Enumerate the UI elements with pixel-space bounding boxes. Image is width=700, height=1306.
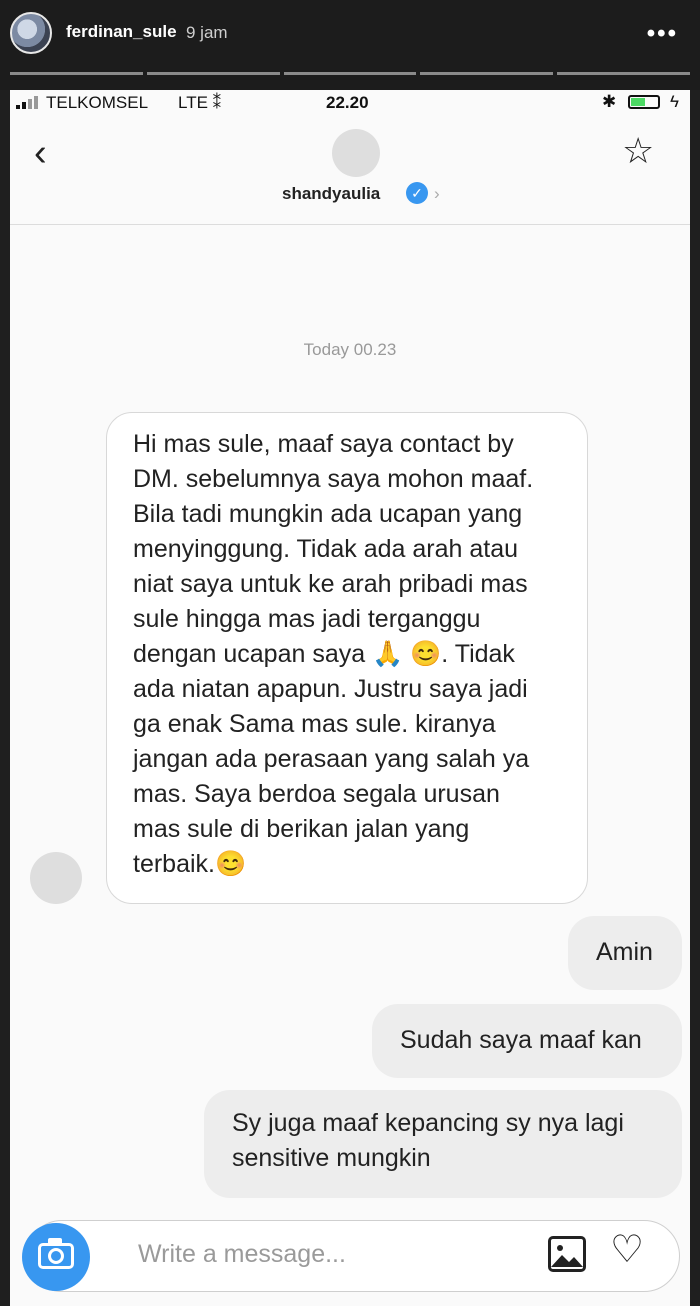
sent-message: Amin (568, 916, 682, 990)
verified-badge-icon: ✓ (406, 182, 428, 204)
gallery-icon[interactable] (548, 1236, 586, 1272)
heart-icon[interactable]: ♡ (610, 1228, 644, 1272)
progress-segment (557, 72, 690, 75)
story-header: ferdinan_sule 9 jam ••• (0, 0, 700, 90)
progress-segment (420, 72, 554, 75)
message-input[interactable]: Write a message... (138, 1240, 346, 1269)
thread-header: ‹ shandyaulia ✓ › ☆ (10, 116, 690, 225)
status-time: 22.20 (326, 93, 369, 112)
avatar[interactable] (332, 129, 380, 177)
camera-lens-icon (48, 1248, 64, 1264)
story-time: 9 jam (186, 23, 228, 42)
story-progress (10, 72, 690, 75)
story-avatar[interactable] (10, 12, 52, 54)
sent-message: Sudah saya maaf kan (372, 1004, 682, 1078)
more-horizontal-icon[interactable]: ••• (647, 20, 678, 48)
sent-message: Sy juga maaf kepancing sy nya lagi sensi… (204, 1090, 682, 1198)
carrier-name: TELKOMSEL (46, 93, 149, 112)
signal-icon (16, 96, 38, 109)
status-bar: TELKOMSEL LTE ⁑ 22.20 ✱ ϟ (10, 90, 690, 116)
battery-icon (628, 95, 660, 109)
sender-avatar[interactable] (30, 852, 82, 904)
story-username[interactable]: ferdinan_sule (66, 22, 177, 42)
dm-screenshot: TELKOMSEL LTE ⁑ 22.20 ✱ ϟ ‹ shandyaulia … (10, 90, 690, 1306)
network-type: LTE ⁑ (178, 93, 222, 112)
bluetooth-icon: ✱ (602, 92, 617, 111)
camera-button[interactable] (22, 1223, 90, 1291)
star-icon[interactable]: ☆ (622, 130, 654, 172)
progress-segment (10, 72, 143, 75)
chevron-right-icon[interactable]: › (434, 184, 440, 204)
thread-username[interactable]: shandyaulia (282, 184, 380, 204)
progress-segment (283, 72, 417, 75)
charging-icon: ϟ (670, 92, 679, 111)
back-chevron-icon[interactable]: ‹ (34, 132, 47, 175)
received-message: Hi mas sule, maaf saya contact by DM. se… (106, 412, 588, 904)
message-timestamp: Today 00.23 (303, 340, 397, 359)
progress-segment (146, 72, 280, 75)
